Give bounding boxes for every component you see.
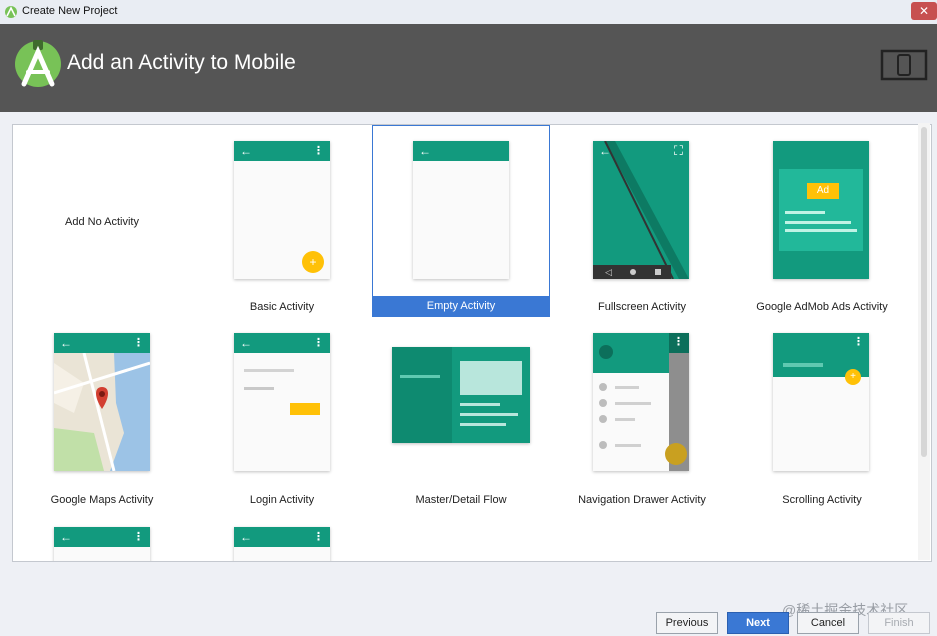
window-title-bar: Create New Project ✕ <box>0 0 937 25</box>
tile-empty-activity[interactable]: ← Empty Activity <box>372 125 550 317</box>
overflow-menu-icon: ⋮ <box>313 337 324 349</box>
drawer-item <box>599 399 607 407</box>
page-title: Add an Activity to Mobile <box>67 51 296 74</box>
content-area: Add No Activity ← ⋮ + Basic Activity ← E… <box>0 112 937 636</box>
cancel-button[interactable]: Cancel <box>797 612 859 634</box>
scrolling-activity-preview: ⋮ + <box>773 333 869 471</box>
back-arrow-icon: ← <box>599 144 611 158</box>
overflow-menu-icon: ⋮ <box>133 531 144 543</box>
tile-label: Basic Activity <box>249 301 315 313</box>
master-line <box>400 375 440 378</box>
tile-navigation-drawer-activity[interactable]: ⋮ Navigation Drawer Activity <box>553 319 731 511</box>
sign-in-button <box>290 403 320 415</box>
ad-card: Ad <box>779 169 863 251</box>
phone-tablet-device-icon <box>880 49 928 81</box>
close-button[interactable]: ✕ <box>911 2 937 20</box>
overflow-menu-icon: ⋮ <box>313 145 324 157</box>
password-line <box>244 387 274 390</box>
fullscreen-diagonal: ◁ <box>593 141 689 279</box>
app-bar: ← ⋮ <box>54 527 150 547</box>
tile-label: Login Activity <box>249 494 315 506</box>
toolbar-title-line <box>783 363 823 367</box>
tile-fullscreen-activity[interactable]: ◁ ← ⛶ Fullscreen Activity <box>553 125 731 317</box>
tile-label: Google Maps Activity <box>50 494 154 506</box>
drawer-item <box>599 441 607 449</box>
app-bar: ← ⋮ <box>54 333 150 353</box>
fab-icon: + <box>845 369 861 385</box>
ad-line <box>785 229 857 232</box>
map-illustration <box>54 352 150 471</box>
overflow-menu-icon: ⋮ <box>853 336 864 348</box>
app-bar: ← ⋮ <box>234 527 330 547</box>
tile-label: Scrolling Activity <box>782 494 862 506</box>
login-activity-preview: ← ⋮ <box>234 333 330 471</box>
settings-activity-preview[interactable]: ← ⋮ <box>234 527 330 561</box>
tile-label: Empty Activity <box>372 296 550 316</box>
detail-line <box>460 423 506 426</box>
tile-label: Add No Activity <box>65 216 139 228</box>
previous-button[interactable]: Previous <box>656 612 718 634</box>
drawer-item-line <box>615 386 639 389</box>
admob-activity-preview: Ad <box>773 141 869 279</box>
svg-text:◁: ◁ <box>605 267 612 277</box>
window-title: Create New Project <box>22 5 118 17</box>
overflow-menu-icon: ⋮ <box>313 531 324 543</box>
back-arrow-icon: ← <box>419 144 431 158</box>
next-button[interactable]: Next <box>727 612 789 634</box>
nav-drawer-preview: ⋮ <box>593 333 689 471</box>
fullscreen-icon: ⛶ <box>673 143 683 158</box>
app-bar: ← ⋮ <box>234 333 330 353</box>
overflow-menu-icon: ⋮ <box>673 336 684 348</box>
tile-label: Google AdMob Ads Activity <box>756 301 888 313</box>
fullscreen-activity-preview: ◁ ← ⛶ <box>593 141 689 279</box>
drawer-avatar <box>599 345 613 359</box>
empty-activity-preview: ← <box>413 141 509 279</box>
activity-gallery: Add No Activity ← ⋮ + Basic Activity ← E… <box>12 124 932 562</box>
fab-icon <box>665 443 687 465</box>
email-line <box>244 369 294 372</box>
back-arrow-icon: ← <box>240 336 252 350</box>
master-detail-preview <box>392 347 530 443</box>
ad-line <box>785 221 851 224</box>
android-app-icon <box>5 6 17 18</box>
fab-icon: + <box>302 251 324 273</box>
master-pane <box>392 347 452 443</box>
gallery-scrollbar[interactable] <box>918 123 930 560</box>
tile-master-detail-flow[interactable]: Master/Detail Flow <box>372 319 550 511</box>
drawer-panel <box>593 333 669 471</box>
app-bar: ← ⋮ <box>234 141 330 161</box>
tile-login-activity[interactable]: ← ⋮ Login Activity <box>193 319 371 511</box>
tile-scrolling-activity[interactable]: ⋮ + Scrolling Activity <box>733 319 911 511</box>
app-bar: ← <box>413 141 509 161</box>
android-studio-logo-icon <box>15 40 61 87</box>
wizard-header: Add an Activity to Mobile <box>0 24 937 112</box>
ad-line <box>785 211 825 214</box>
back-arrow-icon: ← <box>60 530 72 544</box>
tile-label: Master/Detail Flow <box>415 494 507 506</box>
tile-label: Fullscreen Activity <box>597 301 687 313</box>
tile-admob-activity[interactable]: Ad Google AdMob Ads Activity <box>733 125 911 317</box>
drawer-item-line <box>615 402 651 405</box>
finish-button[interactable]: Finish <box>868 612 930 634</box>
tile-basic-activity[interactable]: ← ⋮ + Basic Activity <box>193 125 371 317</box>
scrollbar-thumb[interactable] <box>921 127 927 457</box>
back-arrow-icon: ← <box>240 144 252 158</box>
tabbed-activity-preview[interactable]: ← ⋮ <box>54 527 150 561</box>
tile-label: Navigation Drawer Activity <box>578 494 706 506</box>
back-arrow-icon: ← <box>60 336 72 350</box>
overflow-menu-icon: ⋮ <box>133 337 144 349</box>
detail-line <box>460 413 518 416</box>
drawer-item-line <box>615 444 641 447</box>
tile-maps-activity[interactable]: ← ⋮ Google Maps Activity <box>13 319 191 511</box>
ad-badge: Ad <box>807 183 839 199</box>
drawer-item <box>599 383 607 391</box>
drawer-item-line <box>615 418 635 421</box>
basic-activity-preview: ← ⋮ + <box>234 141 330 279</box>
tile-add-no-activity[interactable]: Add No Activity <box>13 125 191 317</box>
detail-image <box>460 361 522 395</box>
maps-activity-preview: ← ⋮ <box>54 333 150 471</box>
back-arrow-icon: ← <box>240 530 252 544</box>
detail-line <box>460 403 500 406</box>
drawer-item <box>599 415 607 423</box>
